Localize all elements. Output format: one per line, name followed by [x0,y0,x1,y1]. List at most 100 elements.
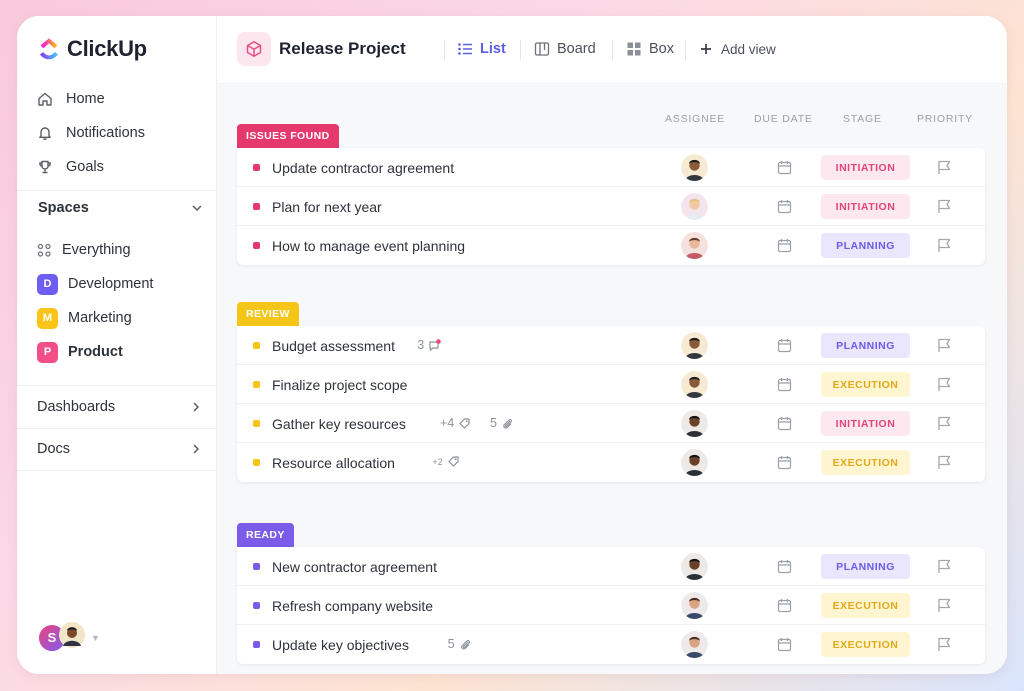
assignee-avatar[interactable] [681,371,708,398]
priority-flag-icon[interactable] [936,198,953,215]
calendar-icon[interactable] [777,559,792,574]
task-meta[interactable]: 3 [417,338,441,352]
task-name[interactable]: Refresh company website [272,598,433,614]
calendar-icon[interactable] [777,160,792,175]
space-development[interactable]: D Development [37,267,153,301]
stage-badge[interactable]: INITIATION [821,194,910,219]
calendar-icon[interactable] [777,416,792,431]
task-meta-count: +4 [440,416,455,430]
task-row[interactable]: Budget assessment 3 PLANNING [237,326,985,365]
task-row[interactable]: How to manage event planning PLANNING [237,226,985,265]
priority-flag-icon[interactable] [936,636,953,653]
task-row[interactable]: New contractor agreement PLANNING [237,547,985,586]
tab-list[interactable]: List [457,41,506,57]
tag-icon [459,417,470,429]
stage-badge[interactable]: PLANNING [821,333,910,358]
calendar-icon[interactable] [777,338,792,353]
assignee-avatar[interactable] [681,631,708,658]
tab-box[interactable]: Box [626,41,674,57]
task-meta[interactable]: 5 [448,637,472,651]
nav-home[interactable]: Home [37,82,145,116]
task-row[interactable]: Refresh company website EXECUTION [237,586,985,625]
task-meta[interactable]: +2 [432,455,459,468]
assignee-avatar[interactable] [681,592,708,619]
task-row[interactable]: Update contractor agreement INITIATION [237,148,985,187]
comment-icon [429,338,441,351]
priority-flag-icon[interactable] [936,558,953,575]
task-name[interactable]: Gather key resources [272,416,406,432]
tab-board[interactable]: Board [534,41,596,57]
task-row[interactable]: Resource allocation +2 EXECUTION [237,443,985,482]
chevron-down-icon[interactable] [191,202,203,214]
task-row[interactable]: Gather key resources +4 5 INITIATION [237,404,985,443]
task-name[interactable]: Budget assessment [272,338,395,354]
priority-flag-icon[interactable] [936,376,953,393]
priority-flag-icon[interactable] [936,454,953,471]
stage-badge[interactable]: PLANNING [821,554,910,579]
clickup-logo[interactable]: ClickUp [37,36,147,62]
nav-notifications[interactable]: Notifications [37,116,145,150]
task-name[interactable]: Update key objectives [272,637,409,653]
space-everything[interactable]: Everything [37,233,153,267]
task-name[interactable]: Finalize project scope [272,377,407,393]
user-menu[interactable]: S ▼ [37,622,100,653]
stage-badge[interactable]: EXECUTION [821,632,910,657]
assignee-avatar[interactable] [681,154,708,181]
task-name[interactable]: Resource allocation [272,455,395,471]
calendar-icon[interactable] [777,637,792,652]
task-attachments[interactable]: 5 [490,416,514,430]
space-product[interactable]: P Product [37,335,153,369]
stage-badge[interactable]: EXECUTION [821,593,910,618]
assignee-avatar[interactable] [681,449,708,476]
nav-goals[interactable]: Goals [37,150,145,184]
assignee-avatar[interactable] [681,332,708,359]
calendar-icon[interactable] [777,598,792,613]
task-group: READY New contractor agreement PLANNING Ref… [237,523,985,664]
priority-flag-icon[interactable] [936,597,953,614]
nav-home-label: Home [66,91,105,107]
spaces-header[interactable]: Spaces [38,200,203,216]
task-row[interactable]: Update key objectives 5 EXECUTION [237,625,985,664]
status-dot [253,602,260,609]
assignee-avatar[interactable] [681,232,708,259]
space-marketing[interactable]: M Marketing [37,301,153,335]
assignee-avatar[interactable] [681,410,708,437]
task-row[interactable]: Plan for next year INITIATION [237,187,985,226]
add-view-button[interactable]: Add view [698,41,776,57]
stage-badge[interactable]: INITIATION [821,155,910,180]
task-meta[interactable]: +4 [440,416,471,430]
user-avatar [59,622,85,653]
priority-flag-icon[interactable] [936,415,953,432]
stage-badge[interactable]: EXECUTION [821,372,910,397]
task-name[interactable]: New contractor agreement [272,559,437,575]
docs-link[interactable]: Docs [37,441,202,457]
paperclip-icon [460,639,470,650]
assignee-avatar[interactable] [681,553,708,580]
dashboards-link[interactable]: Dashboards [37,399,202,415]
stage-badge[interactable]: PLANNING [821,233,910,258]
task-name[interactable]: How to manage event planning [272,238,465,254]
group-status-label[interactable]: REVIEW [237,302,299,326]
task-name[interactable]: Plan for next year [272,199,382,215]
project-icon [237,32,271,66]
task-row[interactable]: Finalize project scope EXECUTION [237,365,985,404]
divider [17,428,217,429]
status-dot [253,381,260,388]
status-dot [253,459,260,466]
group-status-label[interactable]: READY [237,523,294,547]
calendar-icon[interactable] [777,377,792,392]
priority-flag-icon[interactable] [936,159,953,176]
calendar-icon[interactable] [777,238,792,253]
priority-flag-icon[interactable] [936,237,953,254]
priority-flag-icon[interactable] [936,337,953,354]
task-name[interactable]: Update contractor agreement [272,160,454,176]
app-window: ClickUp Home Notifications Goals Spaces [17,16,1007,674]
group-status-label[interactable]: ISSUES FOUND [237,124,339,148]
assignee-avatar[interactable] [681,193,708,220]
stage-badge[interactable]: EXECUTION [821,450,910,475]
stage-badge[interactable]: INITIATION [821,411,910,436]
bell-icon [39,127,51,140]
calendar-icon[interactable] [777,199,792,214]
chevron-right-icon [193,402,200,412]
calendar-icon[interactable] [777,455,792,470]
